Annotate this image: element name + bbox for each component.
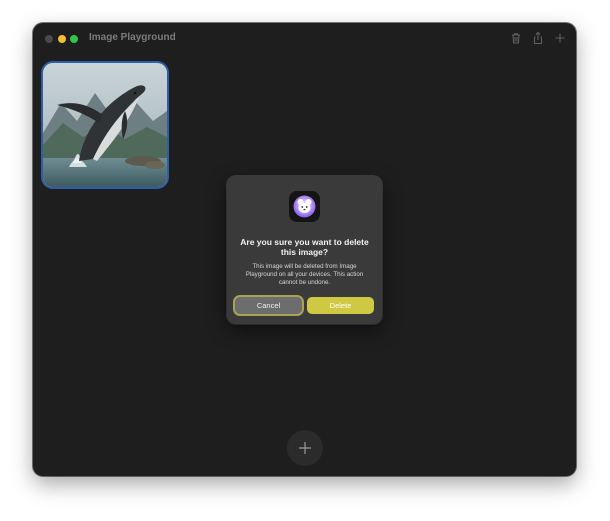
trash-icon[interactable]	[508, 30, 524, 46]
delete-button[interactable]: Delete	[307, 297, 374, 314]
add-image-button[interactable]	[287, 430, 323, 466]
minimize-window-button[interactable]	[58, 35, 66, 43]
image-playground-app-icon	[289, 191, 320, 222]
titlebar: Image Playground	[33, 23, 576, 55]
zoom-window-button[interactable]	[70, 35, 78, 43]
dialog-message: This image will be deleted from Image Pl…	[245, 263, 364, 286]
window-title: Image Playground	[89, 32, 176, 43]
plus-icon[interactable]	[552, 30, 568, 46]
delete-confirmation-dialog: Are you sure you want to delete this ima…	[227, 176, 382, 324]
share-icon[interactable]	[530, 30, 546, 46]
gallery-item[interactable]	[41, 61, 169, 189]
cancel-button[interactable]: Cancel	[235, 297, 302, 314]
whale-breaching-image	[43, 63, 167, 187]
close-window-button[interactable]	[45, 35, 53, 43]
plus-icon	[299, 442, 311, 454]
dialog-title: Are you sure you want to delete this ima…	[240, 237, 369, 257]
